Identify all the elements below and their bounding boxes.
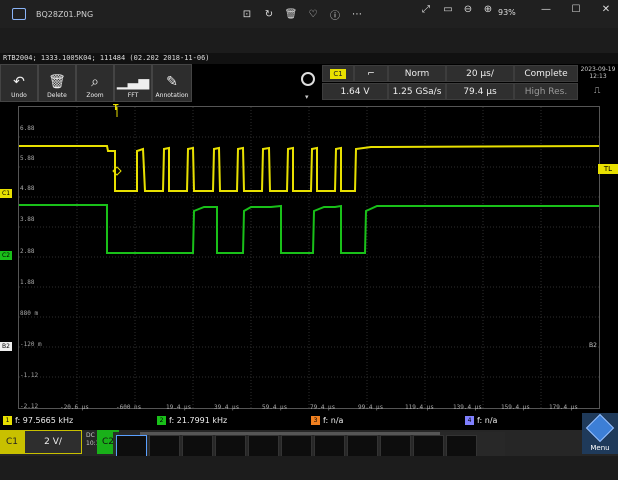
fullscreen-icon[interactable]: ⤢ <box>416 4 436 15</box>
trigger-mode[interactable]: Norm <box>388 65 446 82</box>
settings-knob-icon[interactable] <box>301 72 315 86</box>
zoom-out-icon[interactable]: ⊖ <box>458 4 478 15</box>
timebase[interactable]: 20 µs/ <box>446 65 514 82</box>
crop-icon[interactable]: ⊡ <box>236 4 258 24</box>
y-label-8: -1.12 <box>20 372 39 379</box>
delete-button[interactable]: 🗑 Delete <box>38 64 76 102</box>
sample-rate: 1.25 GSa/s <box>388 83 446 100</box>
date-time: 2023-09-19 12:13 <box>580 66 616 80</box>
ch1-offset-marker[interactable]: C1 <box>0 189 13 198</box>
viewer-bottom-strip <box>0 456 618 480</box>
info-icon[interactable]: ⓘ <box>324 4 346 24</box>
x-label-7: 119.4 µs <box>405 404 434 411</box>
x-label-1: -600 ns <box>116 404 142 411</box>
bus-b2-right-label: B2 <box>589 342 597 349</box>
spectrum-icon: ▁▃▅ <box>116 74 150 90</box>
slideshow-icon[interactable]: ▭ <box>438 4 458 15</box>
y-label-5: 1.88 <box>20 279 35 286</box>
y-label-2: 4.88 <box>20 185 35 192</box>
viewer-title-bar: BQ28Z01.PNG ⊡ ↻ 🗑 ♡ ⓘ ⋯ ⤢ ▭ ⊖ ⊕ 93% — ☐ … <box>0 0 618 28</box>
grid-lines <box>19 107 599 408</box>
x-label-9: 159.4 µs <box>501 404 530 411</box>
rs-logo-icon <box>585 413 615 443</box>
x-label-8: 139.4 µs <box>453 404 482 411</box>
viewer-filename: BQ28Z01.PNG <box>36 9 94 19</box>
acquisition-mode[interactable]: High Res. <box>514 83 578 100</box>
trigger-level-label[interactable]: TL <box>598 164 618 174</box>
y-label-4: 2.88 <box>20 248 35 255</box>
annotation-button[interactable]: ✎ Annotation <box>152 64 192 102</box>
ch1-button[interactable]: C1 <box>0 430 24 454</box>
maximize-icon[interactable]: ☐ <box>566 4 586 15</box>
measurement-c1[interactable]: 1 f: 97.5665 kHz <box>3 413 73 427</box>
c2-square: 2 <box>157 415 166 425</box>
pen-icon: ✎ <box>166 74 178 90</box>
magnifier-icon: ⌕ <box>91 74 99 90</box>
ch2-offset-marker[interactable]: C2 <box>0 251 13 260</box>
zoom-level: 93% <box>498 8 516 17</box>
c4-square: 4 <box>465 415 474 425</box>
y-label-0: 6.88 <box>20 125 35 132</box>
measurement-c4[interactable]: 4 f: n/a <box>465 413 497 427</box>
x-label-10: 179.4 µs <box>549 404 578 411</box>
y-label-6: 880 m <box>20 310 39 317</box>
fft-button[interactable]: ▁▃▅ FFT <box>114 64 152 102</box>
filmstrip-scrollbar[interactable] <box>140 432 440 435</box>
measurement-c3[interactable]: 3 f: n/a <box>311 413 343 427</box>
close-icon[interactable]: ✕ <box>596 4 616 15</box>
zoom-button[interactable]: ⌕ Zoom <box>76 64 114 102</box>
y-label-3: 3.88 <box>20 216 35 223</box>
x-label-0: -20.6 µs <box>60 404 89 411</box>
usb-icon: ⎍ <box>594 86 601 96</box>
c3-square: 3 <box>311 415 320 425</box>
y-label-1: 5.88 <box>20 155 35 162</box>
more-icon[interactable]: ⋯ <box>346 4 368 24</box>
acquisition-state[interactable]: Complete <box>514 65 578 82</box>
measurement-c2[interactable]: 2 f: 21.7991 kHz <box>157 413 227 427</box>
trigger-source[interactable]: C1 <box>322 65 354 82</box>
x-label-2: 19.4 µs <box>166 404 192 411</box>
ch1-scale[interactable]: 2 V/ <box>24 430 82 454</box>
trigger-time-marker[interactable]: T <box>113 103 118 112</box>
trash-icon: 🗑 <box>48 74 66 90</box>
bus-b2-marker[interactable]: B2 <box>0 342 12 351</box>
menu-button[interactable]: Menu <box>582 413 618 454</box>
waveform-display[interactable] <box>18 106 600 409</box>
x-label-6: 99.4 µs <box>358 404 384 411</box>
x-label-3: 39.4 µs <box>214 404 240 411</box>
c1-square: 1 <box>3 415 12 425</box>
waveform-svg <box>19 107 599 408</box>
viewer-toolbar: ⊡ ↻ 🗑 ♡ ⓘ ⋯ <box>236 4 368 24</box>
y-label-7: -120 m <box>20 341 42 348</box>
trigger-slope[interactable]: ⌐ <box>354 65 388 82</box>
x-label-5: 79.4 µs <box>310 404 336 411</box>
undo-button[interactable]: ↶ Undo <box>0 64 38 102</box>
image-file-icon <box>12 8 26 20</box>
minimize-icon[interactable]: — <box>536 4 556 15</box>
instrument-id: RTB2004; 1333.1005K04; 111484 (02.202 20… <box>0 53 618 64</box>
expand-arrow-icon[interactable]: ▾ <box>305 93 309 101</box>
zoom-in-icon[interactable]: ⊕ <box>478 4 498 15</box>
x-label-4: 59.4 µs <box>262 404 288 411</box>
trigger-level[interactable]: 1.64 V <box>322 83 388 100</box>
delete-icon[interactable]: 🗑 <box>280 4 302 24</box>
trigger-position[interactable]: 79.4 µs <box>446 83 514 100</box>
y-label-9: -2.12 <box>20 403 39 410</box>
undo-icon: ↶ <box>13 74 25 90</box>
rotate-icon[interactable]: ↻ <box>258 4 280 24</box>
favorite-icon[interactable]: ♡ <box>302 4 324 24</box>
